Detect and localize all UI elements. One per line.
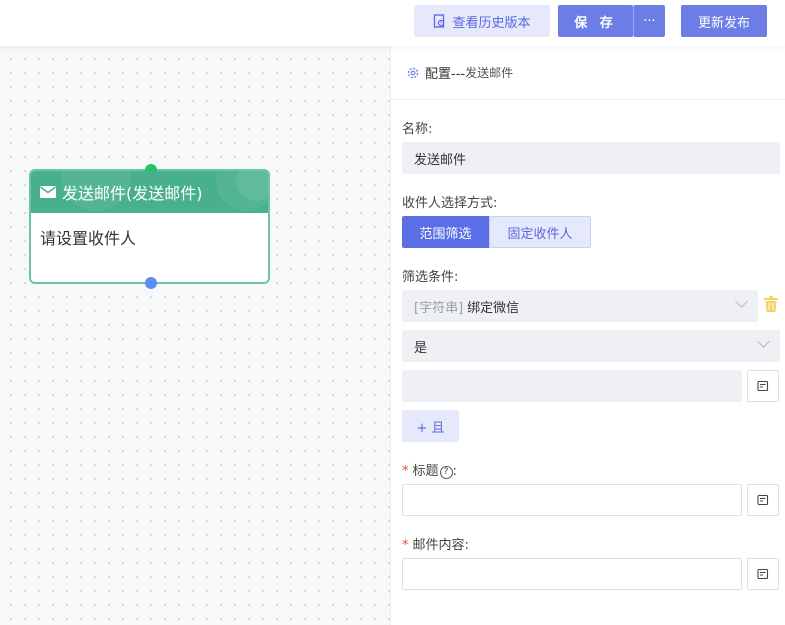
note-edit-icon <box>757 494 769 506</box>
gear-icon <box>407 67 419 78</box>
more-options-button[interactable]: ··· <box>633 5 665 37</box>
content-input[interactable] <box>402 558 742 590</box>
note-edit-icon <box>757 380 769 392</box>
filter-field-type: [字符串] <box>414 300 464 316</box>
filter-operator-select[interactable]: 是 <box>402 330 780 362</box>
history-doc-icon <box>434 14 445 28</box>
filter-field-select[interactable]: [字符串] 绑定微信 <box>402 290 758 322</box>
note-edit-icon <box>757 568 769 580</box>
subject-variable-button[interactable] <box>747 484 779 516</box>
chevron-down-icon <box>735 295 748 308</box>
filter-variable-button[interactable] <box>747 370 779 402</box>
send-email-node[interactable]: 发送邮件(发送邮件) 请设置收件人 <box>29 164 270 289</box>
subject-input[interactable] <box>402 484 742 516</box>
fixed-recipient-option[interactable]: 固定收件人 <box>489 216 591 248</box>
delete-condition-icon[interactable] <box>764 296 778 316</box>
add-and-condition-button[interactable]: + 且 <box>402 410 459 442</box>
config-panel: 配置--- 发送邮件 名称: 发送邮件 收件人选择方式: 范围筛选 固定收件人 筛… <box>390 46 785 625</box>
filter-condition-label: 筛选条件: <box>402 270 459 285</box>
help-icon[interactable]: ? <box>439 466 453 479</box>
update-publish-button[interactable]: 更新发布 <box>681 5 767 37</box>
range-filter-option[interactable]: 范围筛选 <box>402 216 489 248</box>
top-toolbar: 查看历史版本 保 存 ··· 更新发布 <box>0 0 785 46</box>
name-input[interactable]: 发送邮件 <box>402 142 780 174</box>
node-header: 发送邮件(发送邮件) <box>31 171 268 213</box>
view-history-label: 查看历史版本 <box>452 15 531 31</box>
flow-canvas[interactable]: 发送邮件(发送邮件) 请设置收件人 <box>0 46 390 625</box>
recipient-method-label: 收件人选择方式: <box>402 196 498 211</box>
filter-operator-value: 是 <box>414 340 428 356</box>
content-label-text: 邮件内容: <box>412 538 469 553</box>
mail-icon <box>40 186 56 198</box>
view-history-button[interactable]: 查看历史版本 <box>414 5 550 37</box>
node-output-port[interactable] <box>145 277 157 289</box>
required-mark: * <box>402 538 409 553</box>
node-body-text: 请设置收件人 <box>40 229 137 248</box>
required-mark: * <box>402 464 409 479</box>
save-button[interactable]: 保 存 <box>558 5 633 37</box>
name-label: 名称: <box>402 122 433 137</box>
subject-label-text: 标题 <box>412 464 439 479</box>
chevron-down-icon <box>757 335 770 348</box>
recipient-method-toggle: 范围筛选 固定收件人 <box>402 216 591 248</box>
panel-title: 配置--- <box>425 67 466 82</box>
subject-colon: : <box>452 464 457 479</box>
content-variable-button[interactable] <box>747 558 779 590</box>
panel-subtitle: 发送邮件 <box>465 66 514 80</box>
filter-field-name: 绑定微信 <box>467 300 520 316</box>
node-title: 发送邮件(发送邮件) <box>62 184 203 203</box>
content-label: * 邮件内容: <box>402 534 469 553</box>
filter-value-input[interactable] <box>402 370 742 402</box>
panel-header: 配置--- 发送邮件 <box>391 46 785 100</box>
subject-label: * 标题?: <box>402 460 457 479</box>
